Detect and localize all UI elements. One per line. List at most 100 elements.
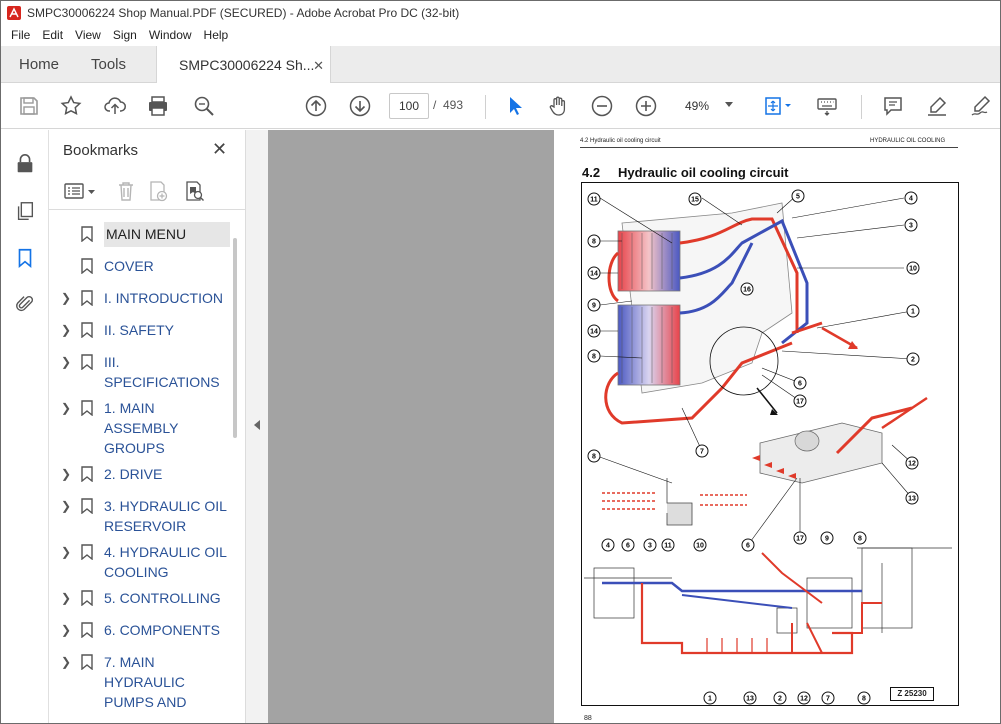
- document-viewport[interactable]: 4.2 Hydraulic oil cooling circuit HYDRAU…: [268, 130, 1000, 723]
- new-bookmark-icon[interactable]: [147, 180, 169, 202]
- comment-icon: [884, 97, 902, 116]
- menu-help[interactable]: Help: [198, 28, 235, 42]
- illustration-callout-label: 7: [700, 449, 704, 456]
- bookmarks-scrollbar[interactable]: [233, 238, 237, 438]
- bookmark-label: 7. MAIN HYDRAULIC PUMPS AND: [104, 654, 187, 710]
- save-button[interactable]: [15, 92, 43, 120]
- keyboard-button[interactable]: [813, 92, 841, 120]
- previous-page-button[interactable]: [302, 92, 330, 120]
- chevron-right-icon[interactable]: ❯: [61, 323, 71, 337]
- figure-reference: Z 25230: [890, 687, 934, 701]
- tab-document[interactable]: SMPC30006224 Sh... ✕: [156, 46, 331, 84]
- menu-edit[interactable]: Edit: [36, 28, 69, 42]
- bookmarks-header: Bookmarks: [63, 142, 139, 159]
- sign-icon: [971, 95, 991, 116]
- illustration-callout-label: 16: [743, 287, 751, 294]
- illustration-callout-label: 8: [592, 239, 596, 246]
- chevron-right-icon[interactable]: ❯: [61, 499, 71, 513]
- illustration-callout-label: 8: [592, 454, 596, 461]
- illustration-callout-label: 5: [796, 194, 800, 201]
- schematic-top-callout-label: 4: [606, 543, 610, 550]
- highlight-button[interactable]: [923, 92, 951, 120]
- schematic-top-callout-label: 6: [626, 543, 630, 550]
- delete-bookmark-icon[interactable]: [115, 180, 137, 202]
- sign-button[interactable]: [967, 92, 995, 120]
- illustration-callout-label: 4: [909, 196, 913, 203]
- menu-sign[interactable]: Sign: [107, 28, 143, 42]
- share-button[interactable]: [101, 92, 129, 120]
- comment-button[interactable]: [879, 92, 907, 120]
- tab-home[interactable]: Home: [19, 46, 59, 83]
- bookmark-ribbon-icon: [81, 622, 93, 638]
- chevron-right-icon[interactable]: ❯: [61, 467, 71, 481]
- bookmark-ribbon-icon: [81, 290, 93, 306]
- chevron-right-icon[interactable]: ❯: [61, 623, 71, 637]
- page-running-header-right: HYDRAULIC OIL COOLING: [870, 138, 946, 144]
- navigation-rail: [1, 130, 49, 723]
- select-tool-button[interactable]: [501, 92, 529, 120]
- illustration-callout-label: 10: [909, 266, 917, 273]
- find-bookmark-icon[interactable]: [183, 180, 205, 202]
- fit-page-button[interactable]: [759, 92, 795, 120]
- schematic-bottom-callout-label: 1: [708, 696, 712, 703]
- section-number: 4.2: [582, 165, 601, 180]
- zoom-dropdown[interactable]: 49%: [673, 93, 743, 119]
- security-button[interactable]: [13, 152, 37, 176]
- bookmarks-panel-button[interactable]: [13, 246, 37, 270]
- bookmark-label: 3. HYDRAULIC OIL RESERVOIR: [104, 498, 227, 534]
- options-menu-icon[interactable]: [63, 180, 97, 202]
- illustration-callout-label: 11: [590, 197, 598, 204]
- chevron-right-icon[interactable]: ❯: [61, 591, 71, 605]
- bookmark-ribbon-icon: [81, 544, 93, 560]
- zoom-out-button[interactable]: [588, 92, 616, 120]
- tab-document-label: SMPC30006224 Sh...: [179, 57, 315, 73]
- bookmark-star-button[interactable]: [57, 92, 85, 120]
- bookmarks-toolbar: [49, 172, 245, 210]
- schematic-top-callout-label: 17: [796, 536, 804, 543]
- collapse-arrow-icon[interactable]: [254, 420, 260, 430]
- section-title: Hydraulic oil cooling circuit: [618, 165, 789, 180]
- page-thumbnails-button[interactable]: [13, 199, 37, 223]
- pdf-page: 4.2 Hydraulic oil cooling circuit HYDRAU…: [554, 130, 1000, 723]
- close-panel-icon[interactable]: ✕: [212, 139, 227, 160]
- schematic-top-callout-label: 10: [696, 543, 704, 550]
- pages-icon: [17, 202, 34, 220]
- zoom-out-icon: [591, 95, 613, 117]
- hand-tool-button[interactable]: [544, 92, 572, 120]
- menu-window[interactable]: Window: [143, 28, 198, 42]
- menu-view[interactable]: View: [69, 28, 107, 42]
- header-rule: [580, 147, 958, 148]
- menu-file[interactable]: File: [5, 28, 36, 42]
- find-button[interactable]: [190, 92, 218, 120]
- page-up-icon: [305, 95, 327, 117]
- acrobat-app-icon: [7, 5, 21, 20]
- illustration-callout-label: 17: [796, 399, 804, 406]
- bookmarks-panel: Bookmarks ✕ MAIN MENU COVER ❯ I. INTRODU…: [49, 130, 245, 723]
- bookmark-label: COVER: [104, 258, 154, 274]
- page-number-input[interactable]: 100: [389, 93, 429, 119]
- zoom-in-button[interactable]: [632, 92, 660, 120]
- search-zoom-icon: [194, 96, 214, 116]
- tab-tools[interactable]: Tools: [91, 46, 126, 83]
- print-button[interactable]: [144, 92, 172, 120]
- chevron-right-icon[interactable]: ❯: [61, 655, 71, 669]
- panel-collapse-strip[interactable]: [245, 130, 268, 723]
- close-tab-icon[interactable]: ✕: [313, 58, 324, 74]
- chevron-right-icon[interactable]: ❯: [61, 545, 71, 559]
- bookmark-ribbon-icon: [81, 590, 93, 606]
- schematic-bottom-callout-label: 8: [862, 696, 866, 703]
- chevron-down-icon: [725, 102, 733, 107]
- bookmark-label: II. SAFETY: [104, 322, 175, 338]
- chevron-right-icon[interactable]: ❯: [61, 401, 71, 415]
- chevron-right-icon[interactable]: ❯: [61, 355, 71, 369]
- next-page-button[interactable]: [346, 92, 374, 120]
- schematic-bottom-callout-label: 2: [778, 696, 782, 703]
- illustration-callout-label: 2: [911, 357, 915, 364]
- window-title: SMPC30006224 Shop Manual.PDF (SECURED) -…: [27, 5, 460, 20]
- fit-page-icon: [765, 97, 791, 115]
- attachments-button[interactable]: [13, 292, 37, 316]
- bookmark-ribbon-icon: [81, 498, 93, 514]
- chevron-right-icon[interactable]: ❯: [61, 291, 71, 305]
- schematic-top-callout-label: 11: [664, 543, 672, 550]
- zoom-value: 49%: [685, 99, 710, 113]
